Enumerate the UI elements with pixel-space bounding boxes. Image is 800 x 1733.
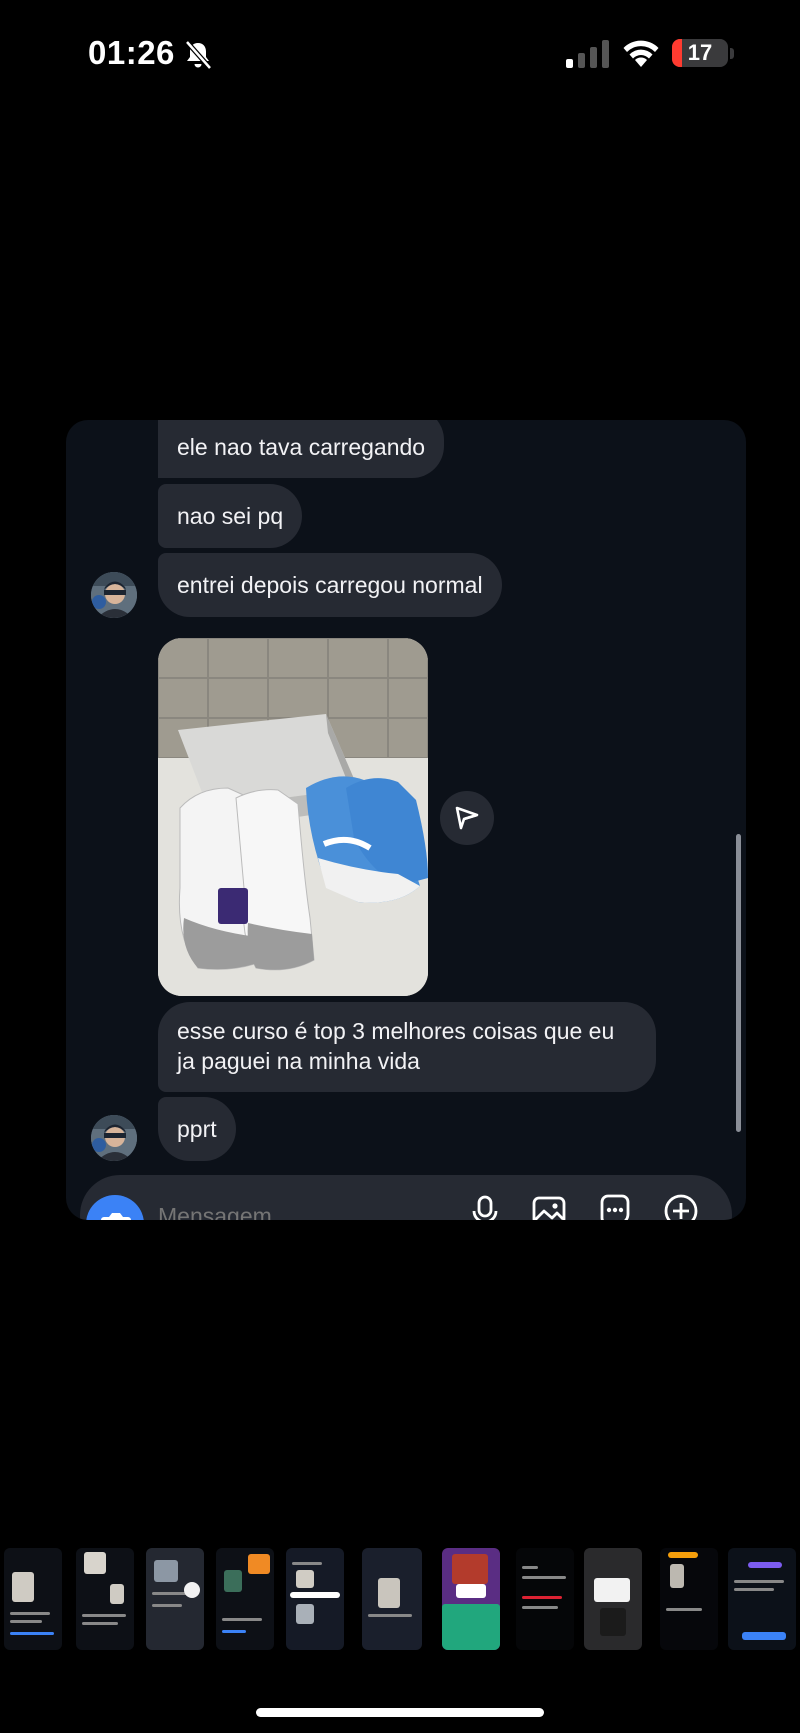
thumbnail-selected[interactable] (442, 1548, 500, 1650)
wifi-icon (623, 40, 659, 67)
message-bubble[interactable]: esse curso é top 3 melhores coisas que e… (158, 1002, 656, 1092)
share-button[interactable] (440, 791, 494, 845)
message-bubble[interactable]: ele nao tava carregando (158, 420, 445, 478)
image-icon[interactable] (530, 1192, 568, 1220)
thumbnail[interactable] (216, 1548, 274, 1650)
thumbnail[interactable] (146, 1548, 204, 1650)
paper-plane-icon (455, 806, 479, 830)
message-bubble[interactable]: entrei depois carregou normal (158, 553, 502, 617)
thumbnail[interactable] (362, 1548, 422, 1650)
message-bubble[interactable]: pprt (158, 1097, 236, 1161)
status-time: 01:26 (88, 34, 175, 71)
thumbnail[interactable] (286, 1548, 344, 1650)
battery-cap (730, 48, 734, 59)
scrollbar[interactable] (736, 834, 741, 1132)
thumbnail-strip (0, 1548, 800, 1650)
message-bubble[interactable]: nao sei pq (158, 484, 303, 548)
plus-icon[interactable] (662, 1192, 700, 1220)
bell-slash-icon (185, 40, 212, 70)
microphone-icon[interactable] (466, 1192, 504, 1220)
home-indicator[interactable] (256, 1708, 544, 1717)
thumbnail[interactable] (728, 1548, 796, 1650)
cellular-signal-icon (566, 40, 609, 68)
sticker-icon[interactable] (596, 1192, 634, 1220)
sneakers-photo[interactable] (158, 638, 428, 996)
sneakers-image (158, 638, 428, 996)
battery-level: 17 (687, 40, 713, 65)
camera-icon (101, 1213, 131, 1220)
chat-card: ele nao tava carregando nao sei pq entre… (66, 420, 746, 1220)
camera-button[interactable] (86, 1195, 144, 1220)
thumbnail[interactable] (4, 1548, 62, 1650)
avatar-image (91, 1115, 137, 1161)
battery-indicator: 17 (672, 39, 728, 67)
avatar-image (91, 572, 137, 618)
thumbnail[interactable] (516, 1548, 574, 1650)
thumbnail[interactable] (584, 1548, 642, 1650)
avatar[interactable] (91, 1115, 137, 1161)
avatar[interactable] (91, 572, 137, 618)
message-input[interactable] (158, 1196, 428, 1220)
thumbnail[interactable] (76, 1548, 134, 1650)
thumbnail[interactable] (660, 1548, 718, 1650)
